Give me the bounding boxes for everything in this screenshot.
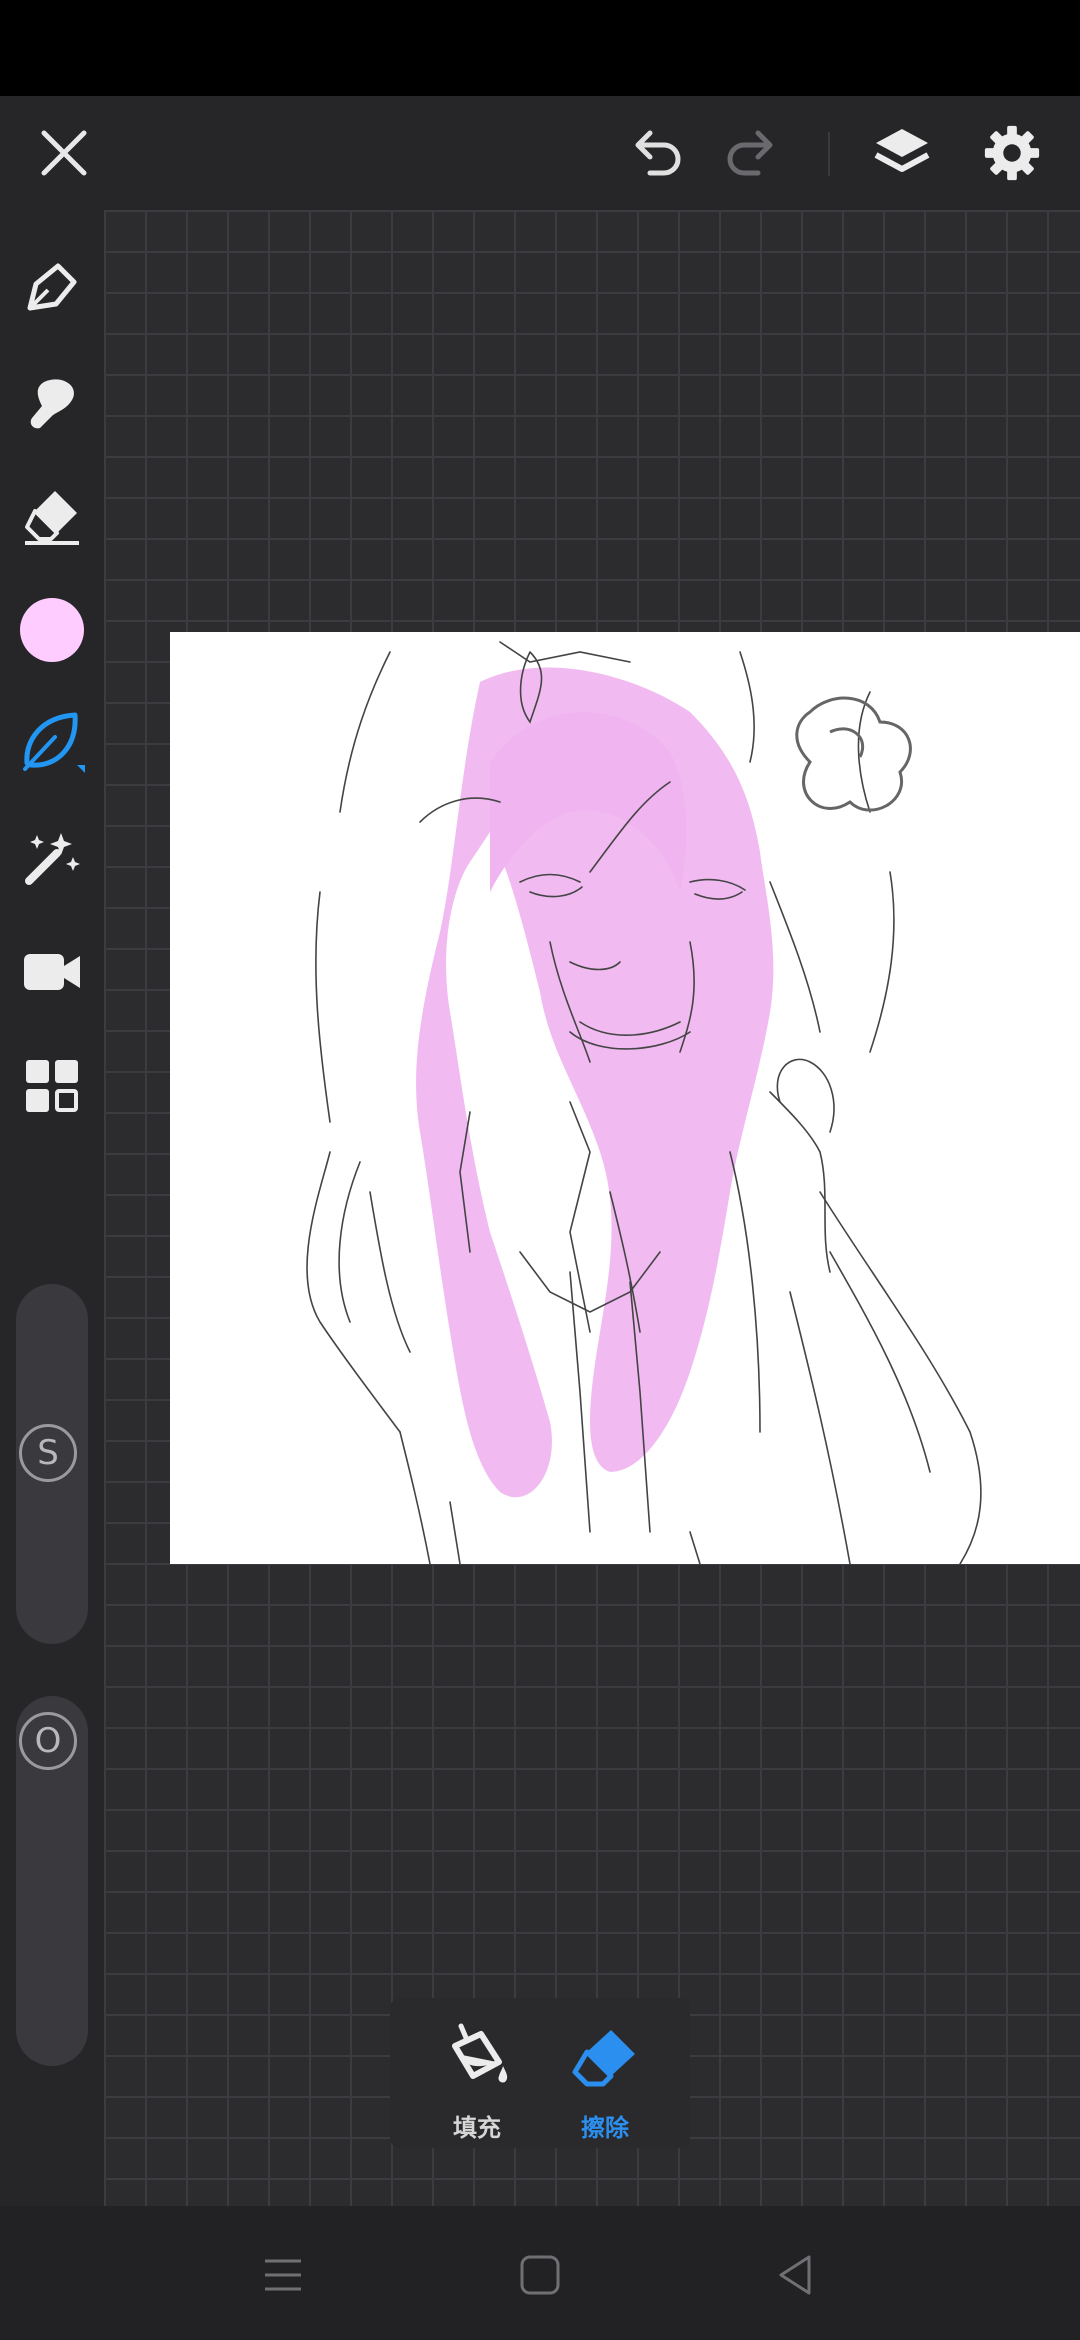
close-button[interactable] <box>24 113 104 193</box>
brush-leaf-icon <box>23 712 85 773</box>
eraser-icon <box>572 2030 635 2087</box>
pen-tool[interactable] <box>12 248 92 328</box>
sketch-drawing <box>306 641 982 1564</box>
eraser-icon <box>25 491 79 545</box>
menu-icon <box>265 2259 301 2291</box>
nav-back-button[interactable] <box>760 2240 830 2310</box>
magic-wand-icon <box>25 833 80 885</box>
close-icon <box>41 130 87 176</box>
magic-wand-tool[interactable] <box>12 818 92 898</box>
nav-home-button[interactable] <box>505 2240 575 2310</box>
color-picker[interactable] <box>12 590 92 670</box>
layers-icon <box>874 129 930 172</box>
fill-erase-popup: 填充 擦除 <box>390 1998 690 2148</box>
nav-menu-button[interactable] <box>248 2240 318 2310</box>
drawing-artboard[interactable] <box>170 632 1080 1564</box>
eraser-tool[interactable] <box>12 476 92 556</box>
more-tools[interactable] <box>12 1046 92 1126</box>
video-camera-icon <box>24 954 80 990</box>
home-icon <box>520 2255 560 2295</box>
undo-button[interactable] <box>616 113 696 193</box>
status-bar <box>0 0 1080 96</box>
record-tool[interactable] <box>12 932 92 1012</box>
redo-icon <box>727 130 773 176</box>
erase-label: 擦除 <box>581 2114 629 2142</box>
fill-label: 填充 <box>453 2114 501 2142</box>
fill-option[interactable]: 填充 <box>422 2012 532 2142</box>
erase-option[interactable]: 擦除 <box>550 2012 660 2142</box>
smudge-tool[interactable] <box>12 362 92 442</box>
color-swatch <box>20 598 84 662</box>
smudge-icon <box>30 379 74 429</box>
undo-icon <box>635 130 681 176</box>
redo-button[interactable] <box>712 113 792 193</box>
toolbar-divider <box>828 132 830 176</box>
brush-selector[interactable] <box>12 702 92 782</box>
grid-menu-icon <box>26 1060 78 1112</box>
paint-bucket-icon <box>452 2023 508 2083</box>
pen-icon <box>27 263 77 311</box>
layers-button[interactable] <box>862 113 942 193</box>
opacity-label: O <box>19 1712 77 1770</box>
back-icon <box>779 2255 811 2295</box>
gear-icon <box>984 125 1040 181</box>
settings-button[interactable] <box>972 113 1052 193</box>
brush-size-label: S <box>19 1424 77 1482</box>
